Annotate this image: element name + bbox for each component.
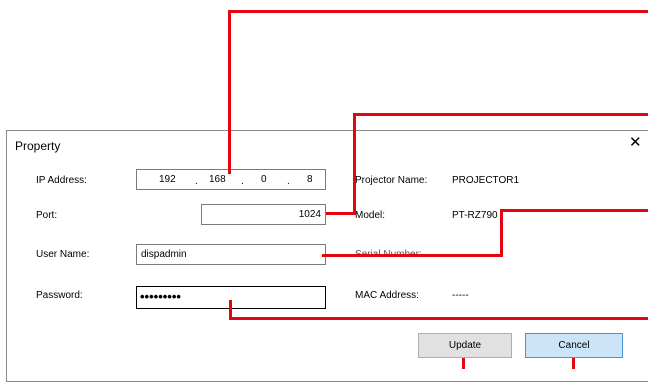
- projector-name-label: Projector Name:: [355, 175, 428, 186]
- ip-dot-1: .: [195, 176, 198, 187]
- callout-update-vertical: [462, 358, 465, 369]
- callout-model-vertical: [500, 209, 503, 257]
- callout-cancel-vertical: [572, 358, 575, 369]
- password-label: Password:: [36, 290, 83, 301]
- user-name-field[interactable]: dispadmin: [136, 244, 326, 265]
- ip-address-field[interactable]: 192 . 168 . 0 . 8: [136, 169, 326, 190]
- close-icon[interactable]: ✕: [629, 134, 642, 152]
- user-name-label: User Name:: [36, 249, 90, 260]
- ip-octet-3[interactable]: 0: [261, 174, 267, 185]
- callout-password-horizontal: [229, 317, 648, 320]
- callout-port-horizontal: [326, 212, 356, 215]
- model-label: Model:: [355, 210, 386, 221]
- callout-ip-horizontal: [228, 10, 648, 13]
- ip-octet-2[interactable]: 168: [209, 174, 226, 185]
- dialog-title: Property: [15, 139, 61, 153]
- port-value: 1024: [298, 209, 321, 220]
- projector-name-value: PROJECTOR1: [452, 175, 520, 186]
- update-button[interactable]: Update: [418, 333, 512, 358]
- callout-username-line: [322, 254, 503, 257]
- ip-dot-2: .: [241, 176, 244, 187]
- ip-dot-3: .: [287, 176, 290, 187]
- mac-address-label: MAC Address:: [355, 290, 419, 301]
- user-name-value: dispadmin: [141, 249, 187, 260]
- port-label: Port:: [36, 210, 58, 221]
- password-mask: •••••••••: [140, 289, 181, 304]
- callout-port-vertical: [353, 113, 356, 215]
- port-field[interactable]: 1024: [201, 204, 326, 225]
- callout-model-top: [500, 209, 648, 212]
- mac-address-value: -----: [452, 290, 469, 301]
- ip-octet-1[interactable]: 192: [159, 174, 176, 185]
- model-value: PT-RZ790: [452, 210, 498, 221]
- callout-port-top: [353, 113, 648, 116]
- ip-address-label: IP Address:: [36, 175, 87, 186]
- ip-octet-4[interactable]: 8: [307, 174, 313, 185]
- cancel-button[interactable]: Cancel: [525, 333, 623, 358]
- callout-ip-vertical: [228, 10, 231, 174]
